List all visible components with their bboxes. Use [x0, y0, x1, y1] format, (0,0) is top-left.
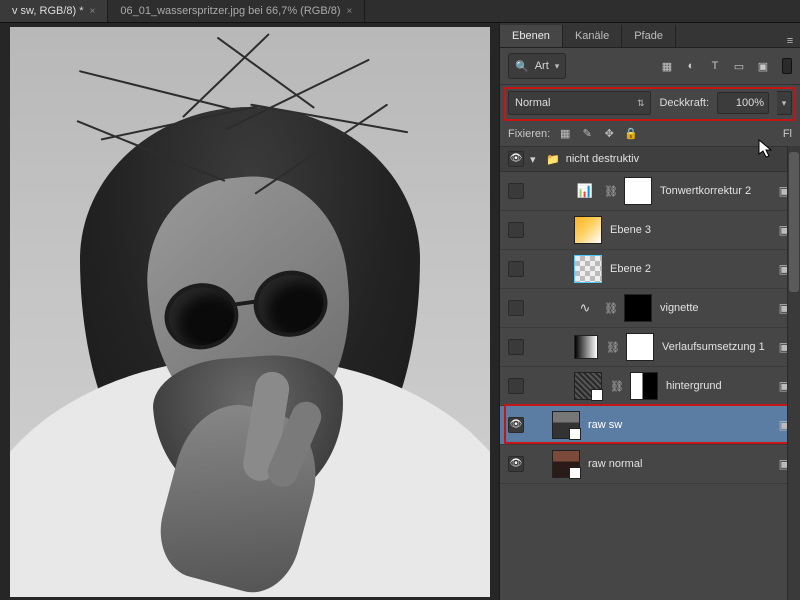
opacity-dropdown-button[interactable]: ▾ — [777, 91, 792, 115]
layer-tree: ▾ 📁 nicht destruktiv 📊 ⛓ Tonwertkorrektu… — [500, 146, 800, 484]
filter-type-icon[interactable]: T — [708, 60, 722, 73]
document-tab[interactable]: 06_01_wasserspritzer.jpg bei 66,7% (RGB/… — [108, 0, 365, 22]
curves-icon: ∿ — [574, 297, 596, 319]
chevron-up-down-icon: ⇅ — [637, 98, 645, 109]
layer-mask-thumbnail[interactable] — [624, 177, 652, 205]
link-icon[interactable]: ⛓ — [604, 302, 616, 315]
document-tab-active[interactable]: v sw, RGB/8) * × — [0, 0, 108, 22]
main-area: Ebenen Kanäle Pfade ≡ 🔍 Art ▾ ▦ ◐ T ▭ ▣ — [0, 23, 800, 600]
layer-thumbnail[interactable] — [552, 450, 580, 478]
layer-thumbnail[interactable] — [552, 411, 580, 439]
layer-name[interactable]: Ebene 2 — [610, 263, 771, 275]
layer-thumbnail[interactable] — [574, 255, 602, 283]
visibility-toggle[interactable] — [508, 183, 524, 199]
canvas-viewport[interactable] — [0, 23, 499, 600]
chevron-down-icon: ▾ — [555, 61, 560, 72]
document-canvas[interactable] — [10, 27, 490, 597]
visibility-toggle[interactable] — [508, 151, 524, 167]
layer-group-name: nicht destruktiv — [566, 153, 792, 165]
visibility-toggle[interactable] — [508, 261, 524, 277]
layer-row-selected[interactable]: raw sw ▣ — [500, 406, 800, 445]
levels-icon: 📊 — [574, 180, 596, 202]
blend-opacity-row: Normal ⇅ Deckkraft: 100% ▾ — [500, 85, 800, 121]
layer-row[interactable]: ⛓ Verlaufsumsetzung 1 ▣ — [500, 328, 800, 367]
panel-tab-bar: Ebenen Kanäle Pfade ≡ — [500, 23, 800, 48]
filter-pixel-icon[interactable]: ▦ — [660, 60, 674, 73]
link-icon[interactable]: ⛓ — [606, 341, 618, 354]
layer-name[interactable]: Verlaufsumsetzung 1 — [662, 341, 771, 353]
tab-channels[interactable]: Kanäle — [563, 25, 622, 47]
layer-group-header[interactable]: ▾ 📁 nicht destruktiv — [500, 146, 800, 172]
visibility-toggle[interactable] — [508, 456, 524, 472]
document-tab-bar: v sw, RGB/8) * × 06_01_wasserspritzer.jp… — [0, 0, 800, 23]
close-icon[interactable]: × — [347, 6, 353, 17]
lock-fill-row: Fixieren: ▦ ✎ ✥ 🔒 Fl — [500, 121, 800, 146]
visibility-toggle[interactable] — [508, 300, 524, 316]
layer-filter-row: 🔍 Art ▾ ▦ ◐ T ▭ ▣ — [500, 48, 800, 85]
layers-panel: Ebenen Kanäle Pfade ≡ 🔍 Art ▾ ▦ ◐ T ▭ ▣ — [499, 23, 800, 600]
visibility-toggle[interactable] — [508, 378, 524, 394]
filter-smart-icon[interactable]: ▣ — [756, 60, 770, 73]
layer-mask-thumbnail[interactable] — [626, 333, 654, 361]
layer-name[interactable]: raw normal — [588, 458, 771, 470]
visibility-toggle[interactable] — [508, 417, 524, 433]
layer-mask-thumbnail[interactable] — [624, 294, 652, 322]
layer-name[interactable]: Tonwertkorrektur 2 — [660, 185, 771, 197]
disclosure-triangle-icon[interactable]: ▾ — [530, 153, 540, 166]
lock-icons: ▦ ✎ ✥ 🔒 — [558, 127, 638, 140]
visibility-toggle[interactable] — [508, 339, 524, 355]
layer-name[interactable]: hintergrund — [666, 380, 771, 392]
layer-name[interactable]: raw sw — [588, 419, 771, 431]
layer-name[interactable]: vignette — [660, 302, 771, 314]
filter-toggle-switch[interactable] — [782, 58, 792, 74]
document-tab-label: v sw, RGB/8) * — [12, 5, 84, 17]
lock-label: Fixieren: — [508, 128, 550, 140]
scrollbar-thumb[interactable] — [789, 152, 799, 292]
layer-thumbnail[interactable] — [574, 216, 602, 244]
layer-tree-scroll[interactable]: ▾ 📁 nicht destruktiv 📊 ⛓ Tonwertkorrektu… — [500, 146, 800, 600]
lock-position-icon[interactable]: ✥ — [602, 127, 616, 140]
lock-pixels-icon[interactable]: ✎ — [580, 127, 594, 140]
search-icon: 🔍 — [515, 60, 529, 73]
layer-row[interactable]: ⛓ hintergrund ▣ — [500, 367, 800, 406]
filter-shape-icon[interactable]: ▭ — [732, 60, 746, 73]
filter-adjust-icon[interactable]: ◐ — [684, 60, 698, 73]
fill-label: Fl — [783, 128, 792, 140]
layer-row[interactable]: raw normal ▣ — [500, 445, 800, 484]
layer-thumbnail[interactable] — [574, 372, 602, 400]
layer-filter-label: Art — [535, 60, 549, 72]
lock-transparent-icon[interactable]: ▦ — [558, 127, 572, 140]
lock-all-icon[interactable]: 🔒 — [624, 127, 638, 140]
chevron-down-icon: ▾ — [782, 98, 787, 109]
layer-mask-thumbnail[interactable] — [630, 372, 658, 400]
link-icon[interactable]: ⛓ — [604, 185, 616, 198]
link-icon[interactable]: ⛓ — [610, 380, 622, 393]
layer-row[interactable]: ∿ ⛓ vignette ▣ — [500, 289, 800, 328]
app-root: v sw, RGB/8) * × 06_01_wasserspritzer.jp… — [0, 0, 800, 600]
tab-layers[interactable]: Ebenen — [500, 25, 563, 47]
layer-filter-icons: ▦ ◐ T ▭ ▣ — [660, 60, 770, 73]
panel-scrollbar[interactable] — [787, 146, 800, 600]
blend-mode-value: Normal — [515, 97, 550, 109]
layer-row[interactable]: Ebene 3 ▣ — [500, 211, 800, 250]
document-tab-label: 06_01_wasserspritzer.jpg bei 66,7% (RGB/… — [120, 5, 340, 17]
layer-row[interactable]: Ebene 2 ▣ — [500, 250, 800, 289]
layer-filter-select[interactable]: 🔍 Art ▾ — [508, 53, 566, 79]
opacity-input[interactable]: 100% — [717, 92, 769, 114]
layer-row[interactable]: 📊 ⛓ Tonwertkorrektur 2 ▣ — [500, 172, 800, 211]
opacity-label: Deckkraft: — [659, 97, 709, 109]
gradient-map-icon — [574, 335, 598, 359]
layer-name[interactable]: Ebene 3 — [610, 224, 771, 236]
blend-mode-select[interactable]: Normal ⇅ — [508, 91, 651, 115]
opacity-value: 100% — [736, 97, 764, 109]
tab-paths[interactable]: Pfade — [622, 25, 676, 47]
close-icon[interactable]: × — [90, 6, 96, 17]
visibility-toggle[interactable] — [508, 222, 524, 238]
panel-menu-icon[interactable]: ≡ — [780, 31, 800, 47]
folder-icon: 📁 — [546, 153, 560, 166]
